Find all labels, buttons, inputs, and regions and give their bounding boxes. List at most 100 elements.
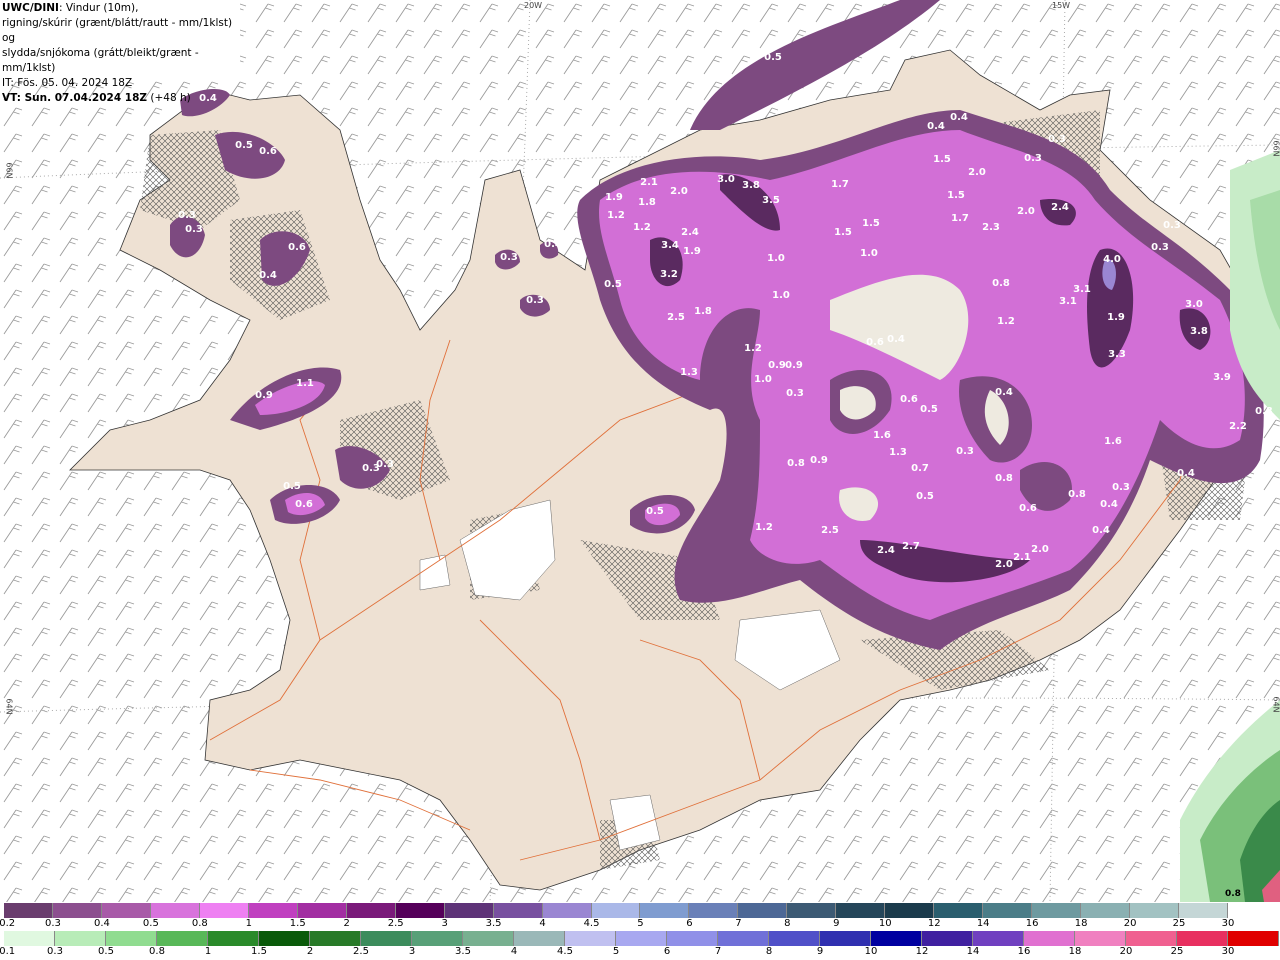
rain-legend-cell: [565, 931, 616, 946]
contour-value-label: 2.3: [982, 222, 1000, 233]
rain-legend-label: 30: [1221, 946, 1235, 957]
contour-value-label: 0.6: [259, 146, 277, 157]
rain-legend-cell: [514, 931, 565, 946]
snow-legend-cell: [52, 903, 102, 918]
snow-legend-cell: [1081, 903, 1131, 918]
snow-legend-label: 4: [539, 918, 546, 929]
contour-value-label: 1.5: [834, 227, 852, 238]
rain-legend-label: 8: [765, 946, 773, 957]
contour-value-label: 2.0: [1017, 206, 1035, 217]
contour-value-label: 1.9: [1107, 312, 1125, 323]
snow-legend-label: 7: [735, 918, 742, 929]
contour-value-label: 0.6: [1019, 503, 1037, 514]
snow-legend-cell: [1130, 903, 1180, 918]
contour-value-label: 0.6: [866, 337, 884, 348]
snow-legend-label: 5: [637, 918, 644, 929]
rain-legend-label: 9: [816, 946, 824, 957]
contour-value-label: 1.2: [633, 222, 651, 233]
snow-legend-cell: [297, 903, 347, 918]
rain-legend-cell: [463, 931, 514, 946]
snow-legend-cell: [934, 903, 984, 918]
contour-value-label: 0.4: [544, 239, 562, 250]
rain-legend-cell: [1024, 931, 1075, 946]
contour-value-label: 2.5: [667, 312, 685, 323]
rain-legend-cell: [871, 931, 922, 946]
contour-value-label: 1.5: [862, 218, 880, 229]
rain-legend-cell: [55, 931, 106, 946]
contour-value-label: 3.8: [742, 180, 760, 191]
contour-value-label: 0.9: [785, 360, 803, 371]
rain-legend-cell: [769, 931, 820, 946]
contour-value-label: 1.7: [951, 213, 969, 224]
contour-value-label: 0.3: [500, 252, 518, 263]
contour-value-label: 1.5: [947, 190, 965, 201]
contour-value-label: 0.5: [283, 481, 301, 492]
title-line1: : Vindur (10m),: [58, 2, 139, 14]
snow-legend-label: 30: [1221, 918, 1235, 929]
contour-value-label: 0.6: [288, 242, 306, 253]
contour-value-label: 1.8: [694, 306, 712, 317]
rain-legend-cell: [1075, 931, 1126, 946]
snow-legend-cell: [885, 903, 935, 918]
rain-legend-cell: [820, 931, 871, 946]
rain-legend-label: 7: [714, 946, 722, 957]
snow-legend-cell: [836, 903, 886, 918]
snow-legend-label: 4.5: [583, 918, 600, 929]
rain-legend-cell: [616, 931, 667, 946]
rain-legend-cell: [157, 931, 208, 946]
snow-legend-cell: [1032, 903, 1082, 918]
contour-value-label: 0.3: [526, 295, 544, 306]
contour-value-label: 1.2: [997, 316, 1015, 327]
grid-label-64n-right: 64N: [1271, 696, 1280, 713]
snow-legend-label: 0.5: [142, 918, 159, 929]
contour-value-label: 0.3: [956, 446, 974, 457]
rain-legend-label: 18: [1068, 946, 1082, 957]
rain-legend-label: 20: [1119, 946, 1133, 957]
contour-value-label: 0.3: [376, 459, 394, 470]
snow-legend-cell: [150, 903, 200, 918]
snow-legend-label: 14: [976, 918, 990, 929]
title-box: UWC/DINI: Vindur (10m), rigning/skúrir (…: [0, 0, 240, 104]
contour-value-label: 0.3: [185, 224, 203, 235]
snow-legend-cell: [346, 903, 396, 918]
rain-legend-label: 3: [408, 946, 416, 957]
contour-value-label: 1.9: [605, 192, 623, 203]
snow-legend-label: 0.4: [93, 918, 110, 929]
contour-value-label: 2.4: [877, 545, 895, 556]
contour-value-label: 0.8: [992, 278, 1010, 289]
contour-value-label: 0.3: [1163, 220, 1181, 231]
rain-legend-cell: [361, 931, 412, 946]
rain-legend-cell: [1177, 931, 1228, 946]
snow-legend-cell: [444, 903, 494, 918]
rain-legend-label: 14: [966, 946, 980, 957]
rain-legend-label: 2.5: [353, 946, 369, 957]
contour-value-label: 0.9: [255, 390, 273, 401]
contour-value-label: 1.8: [638, 197, 656, 208]
contour-value-label: 1.5: [933, 154, 951, 165]
snow-legend-label: 0.8: [191, 918, 208, 929]
contour-value-label: 0.3: [1151, 242, 1169, 253]
contour-value-label: 3.4: [661, 240, 679, 251]
snow-legend-cell: [640, 903, 690, 918]
snow-legend-label: 18: [1074, 918, 1088, 929]
contour-value-label: 1.0: [860, 248, 878, 259]
rain-legend-cell: [208, 931, 259, 946]
snow-legend-label: 0.2: [0, 918, 16, 929]
contour-value-label: 0.4: [950, 112, 968, 123]
contour-value-label: 0.9: [768, 360, 786, 371]
snow-legend-cell: [738, 903, 788, 918]
contour-value-label: 0.4: [259, 270, 277, 281]
snow-legend-label: 1: [245, 918, 252, 929]
contour-value-label: 4.0: [1103, 254, 1121, 265]
snow-legend-cell: [248, 903, 298, 918]
rain-legend-label: 4: [510, 946, 518, 957]
snow-legend-cell: [395, 903, 445, 918]
rain-legend-cell: [259, 931, 310, 946]
grid-label-64n-left: 64N: [4, 698, 14, 715]
contour-value-label: 2.7: [902, 541, 920, 552]
contour-value-label: 0.3: [1024, 153, 1042, 164]
contour-value-label: 1.0: [754, 374, 772, 385]
grid-label-20w: 20W: [524, 1, 543, 10]
rain-legend-label: 5: [612, 946, 620, 957]
contour-value-label: 3.0: [717, 174, 735, 185]
